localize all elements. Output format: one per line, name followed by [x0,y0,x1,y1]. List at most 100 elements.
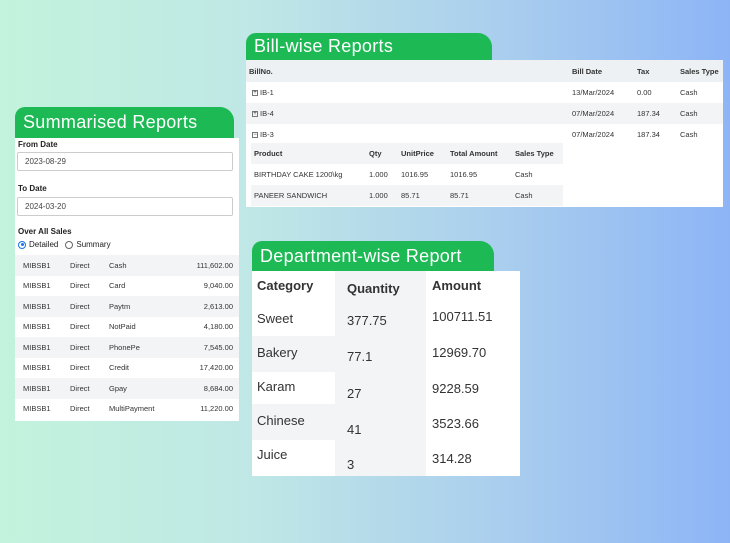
department-category: Juice [257,447,288,462]
bill-table-header: BillNo. Bill Date Tax Sales Type [246,60,723,82]
sales-type: Direct [70,322,90,332]
expand-icon[interactable]: + [252,111,258,118]
sales-code: MIBSB1 [23,281,51,291]
tax-header: Tax [637,66,650,76]
department-quantity: 27 [347,385,362,401]
summarised-reports-panel: From Date 2023-08-29 To Date 2024-03-20 … [15,138,239,421]
sales-type: Direct [70,281,90,291]
department-amount: 3523.66 [432,415,479,431]
sales-type: Direct [70,301,90,311]
summary-radio[interactable] [65,240,74,249]
quantity-header: Quantity [347,281,400,296]
expand-icon[interactable]: + [252,90,258,97]
bill-tax: 0.00 [637,88,652,97]
department-quantity: 41 [347,421,362,437]
department-amount: 100711.51 [432,308,493,324]
bill-items-header: Product Qty UnitPrice Total Amount Sales… [251,143,563,164]
total-amount-header: Total Amount [450,149,498,158]
department-category: Sweet [257,311,294,326]
item-product: PANEER SANDWICH [254,191,328,200]
department-quantity: 377.75 [347,312,387,328]
sales-row: MIBSB1 Direct Credit 17,420.00 [15,357,239,378]
department-report-panel: Category Quantity Amount Sweet 377.75 1007… [252,271,520,476]
from-date-input[interactable]: 2023-08-29 [17,152,233,171]
overall-sales-label: Over All Sales [18,227,72,236]
department-amount: 9228.59 [432,380,479,396]
department-quantity: 77.1 [347,348,373,364]
bill-row[interactable]: + IB-1 13/Mar/2024 0.00 Cash [246,82,723,103]
bill-row[interactable]: − IB-3 07/Mar/2024 187.34 Cash [246,124,723,145]
sales-code: MIBSB1 [23,383,51,393]
payment-mode: Credit [109,363,130,373]
sales-type-header: Sales Type [680,66,719,76]
to-date-input[interactable]: 2024-03-20 [17,197,233,216]
sales-type: Direct [70,383,90,393]
item-unit-price: 1016.95 [401,170,429,179]
from-date-label: From Date [18,140,58,149]
department-title-text: Department-wise Report [260,245,462,266]
sales-amount: 11,220.00 [200,404,233,414]
sales-type: Direct [70,260,90,270]
detailed-radio[interactable] [18,240,26,249]
sales-row: MIBSB1 Direct Paytm 2,613.00 [15,296,239,317]
sales-type: Direct [70,342,90,352]
sales-code: MIBSB1 [23,363,51,373]
bill-no-cell: − IB-3 [252,130,274,139]
detailed-radio-label: Detailed [29,240,59,249]
sales-amount: 17,420.00 [199,363,233,373]
department-quantity: 3 [347,456,355,472]
sales-row: MIBSB1 Direct NotPaid 4,180.00 [15,316,239,337]
sales-row: MIBSB1 Direct Cash 111,602.00 [15,255,239,276]
department-amount: 12969.70 [432,344,487,360]
product-header: Product [254,149,283,158]
bill-row[interactable]: + IB-4 07/Mar/2024 187.34 Cash [246,103,723,124]
bill-date: 07/Mar/2024 [572,130,615,139]
summary-radio-label: Summary [76,240,111,249]
item-sales-type-header: Sales Type [515,149,554,158]
overall-sales-table: MIBSB1 Direct Cash 111,602.00 MIBSB1 Direct Ca… [15,255,239,421]
sales-row: MIBSB1 Direct PhonePe 7,545.00 [15,337,239,358]
bill-sales-type: Cash [680,130,698,139]
sales-amount: 111,602.00 [196,260,233,270]
sales-amount: 7,545.00 [203,342,233,352]
billwise-reports-title: Bill-wise Reports [246,33,492,60]
sales-row: MIBSB1 Direct Gpay 8,684.00 [15,378,239,399]
department-amount: 314.28 [432,450,472,466]
item-total: 1016.95 [450,170,478,179]
bill-date: 07/Mar/2024 [572,109,615,118]
sales-row: MIBSB1 Direct MultiPayment 11,220.00 [15,398,239,419]
qty-header: Qty [369,149,382,158]
category-header: Category [257,278,314,293]
sales-code: MIBSB1 [23,301,51,311]
bill-item-row: PANEER SANDWICH 1.000 85.71 85.71 Cash [251,185,563,206]
department-report-title: Department-wise Report [252,241,494,271]
bill-no-cell: + IB-1 [252,88,274,97]
payment-mode: Paytm [109,301,131,311]
bill-tax: 187.34 [637,130,660,139]
item-sales-type: Cash [515,170,533,179]
item-sales-type: Cash [515,191,533,200]
sales-type: Direct [70,363,90,373]
bill-sales-type: Cash [680,88,698,97]
payment-mode: MultiPayment [109,404,155,414]
to-date-label: To Date [18,184,47,193]
collapse-icon[interactable]: − [252,132,258,139]
bill-date-header: Bill Date [572,66,603,76]
view-mode-radio-group: Detailed Summary [18,240,111,249]
summarised-title-text: Summarised Reports [23,112,198,132]
sales-amount: 9,040.00 [203,281,233,291]
department-category: Karam [257,379,296,394]
bill-no: IB-1 [260,88,274,97]
sales-amount: 8,684.00 [203,383,233,393]
billno-header: BillNo. [249,66,273,76]
sales-code: MIBSB1 [23,342,51,352]
payment-mode: Gpay [109,383,127,393]
bill-no: IB-3 [260,130,274,139]
bill-date: 13/Mar/2024 [572,88,615,97]
payment-mode: Cash [109,260,127,270]
sales-row: MIBSB1 Direct Card 9,040.00 [15,275,239,296]
billwise-reports-panel: BillNo. Bill Date Tax Sales Type + IB-1 13… [246,60,723,207]
sales-amount: 4,180.00 [203,322,233,332]
item-total: 85.71 [450,191,469,200]
sales-code: MIBSB1 [23,404,51,414]
